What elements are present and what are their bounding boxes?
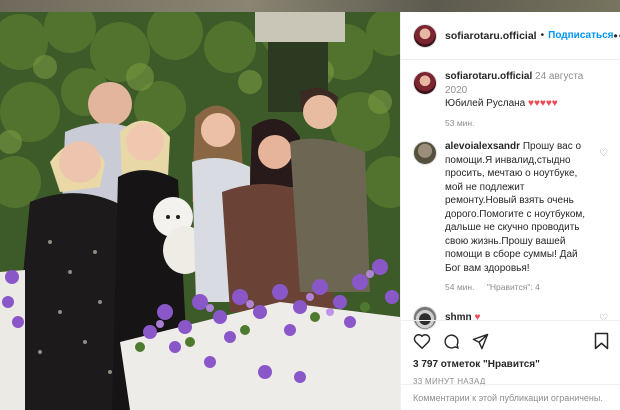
post-side-panel: sofiarotaru.official • Подписаться ••• s… xyxy=(400,12,620,410)
caption: sofiarotaru.official 24 августа 2020 Юби… xyxy=(413,70,608,130)
bookmark-icon[interactable] xyxy=(594,332,609,350)
caption-username[interactable]: sofiarotaru.official xyxy=(445,71,532,82)
comments-list: sofiarotaru.official 24 августа 2020 Юби… xyxy=(401,60,620,330)
comment-text: Прошу вас о помощи.Я инвалид,стыдно прос… xyxy=(445,141,586,274)
comment-bubble-icon[interactable] xyxy=(443,333,460,350)
comment-item: alevoialexsandr Прошу вас о помощи.Я инв… xyxy=(413,140,608,295)
background-strip xyxy=(0,0,620,12)
post-actions: 3 797 отметок "Нравится" 33 МИНУТ НАЗАД xyxy=(401,320,620,386)
post-photo[interactable] xyxy=(0,12,400,410)
author-avatar[interactable] xyxy=(413,23,437,48)
caption-hearts: ♥♥♥♥♥ xyxy=(528,98,558,109)
caption-author-avatar[interactable] xyxy=(413,71,437,95)
comment-username[interactable]: alevoialexsandr xyxy=(445,141,520,152)
comments-disabled-notice: Комментарии к этой публикации ограничены… xyxy=(401,384,620,410)
share-send-icon[interactable] xyxy=(472,333,489,350)
comment-likes[interactable]: "Нравится": 4 xyxy=(487,282,540,292)
post-header: sofiarotaru.official • Подписаться ••• xyxy=(401,12,620,60)
more-options-icon[interactable]: ••• xyxy=(614,29,620,43)
author-username[interactable]: sofiarotaru.official xyxy=(445,30,537,42)
instagram-post: sofiarotaru.official • Подписаться ••• s… xyxy=(0,12,620,410)
comment-time: 54 мин. xyxy=(445,282,475,292)
comment-like-heart-icon[interactable]: ♡ xyxy=(599,148,608,159)
likes-count[interactable]: 3 797 отметок "Нравится" xyxy=(413,359,609,370)
commenter-avatar[interactable] xyxy=(413,141,437,165)
follow-button[interactable]: Подписаться xyxy=(548,30,613,41)
like-heart-icon[interactable] xyxy=(413,333,431,349)
caption-text: Юбилей Руслана xyxy=(445,98,526,109)
caption-time: 53 мин. xyxy=(445,117,475,128)
family-photo-illustration xyxy=(0,12,400,410)
separator-dot: • xyxy=(540,30,545,41)
